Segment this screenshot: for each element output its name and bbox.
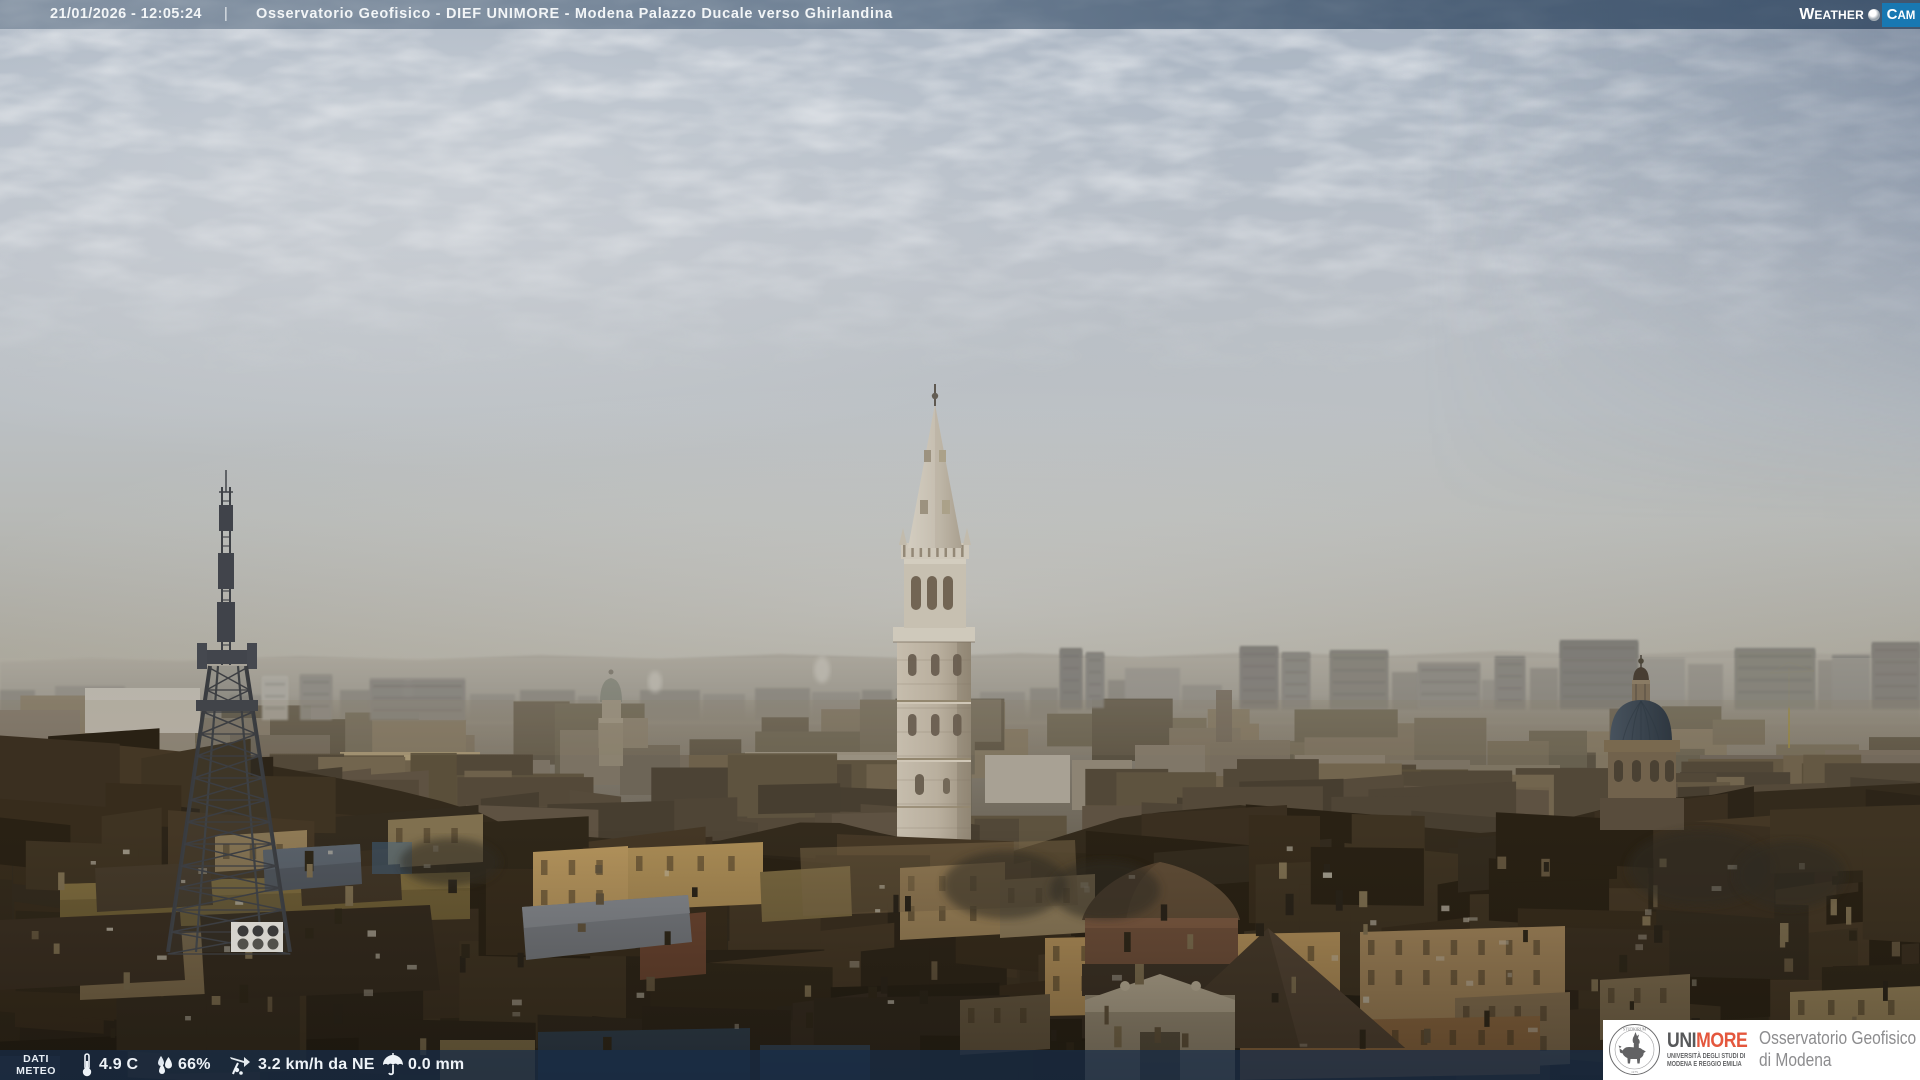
svg-text:1175: 1175 (1631, 1070, 1638, 1074)
svg-text:·· STUDIORUM ··: ·· STUDIORUM ·· (1620, 1027, 1650, 1032)
